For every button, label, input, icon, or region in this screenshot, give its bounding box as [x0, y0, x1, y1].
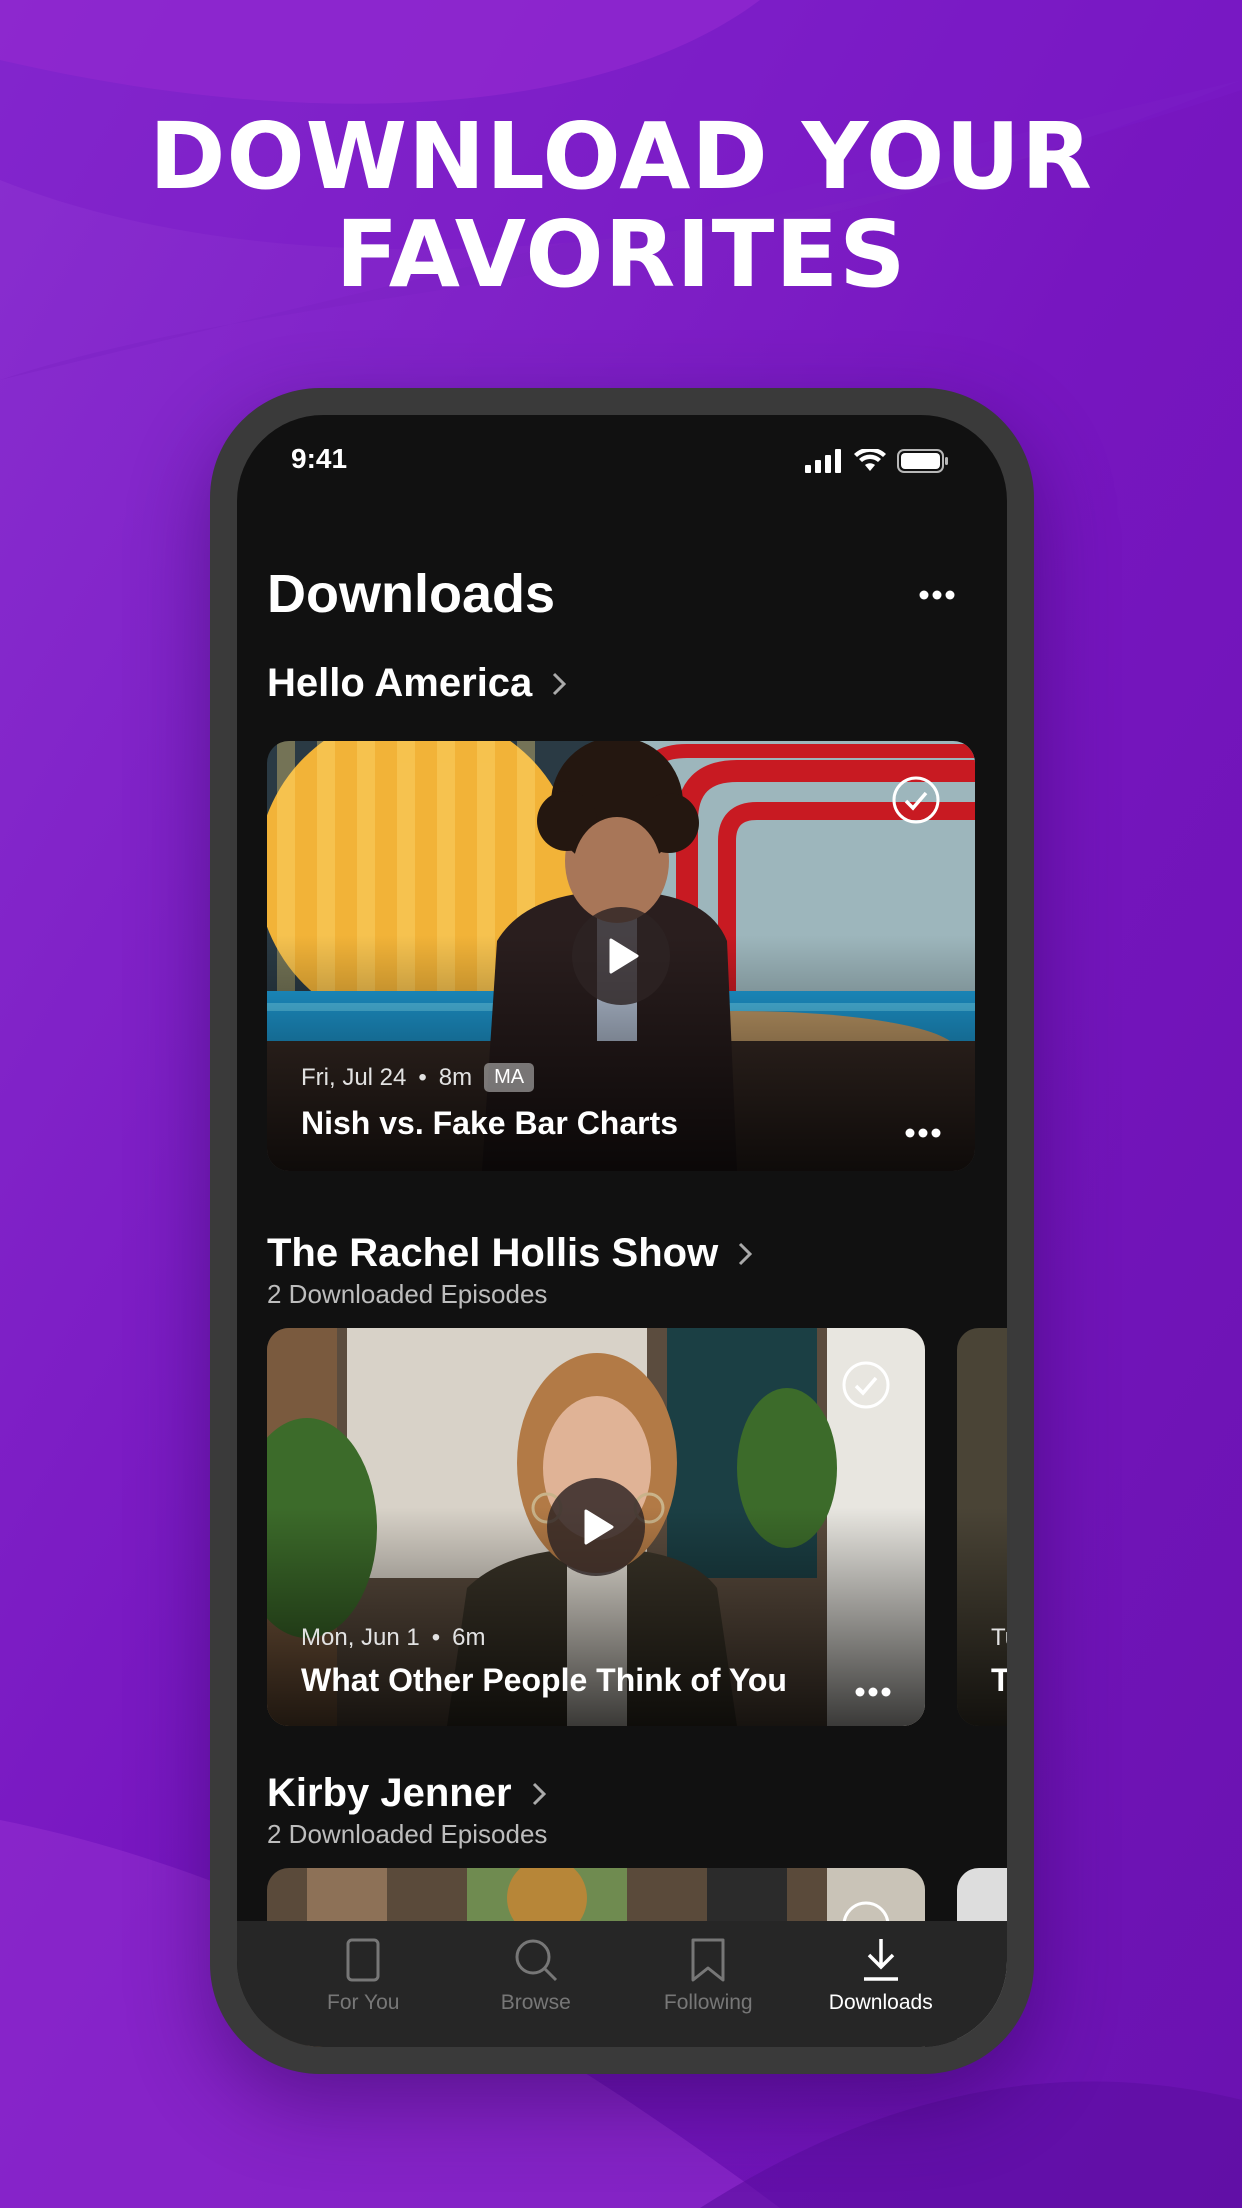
- cellular-signal-icon: [805, 449, 841, 473]
- tab-label: Following: [663, 1991, 753, 2014]
- section-header-rachel-hollis[interactable]: The Rachel Hollis Show: [267, 1231, 753, 1276]
- headline-line-1: DOWNLOAD YOUR: [149, 103, 1093, 210]
- tab-for-you[interactable]: For You: [283, 1921, 443, 2047]
- headline-line-2: FAVORITES: [335, 201, 907, 308]
- chevron-right-icon: [739, 1242, 753, 1265]
- phone-frame: 9:41 Downloads Hello America Fri, Jul 24…: [210, 388, 1034, 2074]
- more-dots-icon: [855, 1687, 891, 1697]
- episode-meta: Mon, Jun 1 • 6m: [301, 1624, 485, 1652]
- section-title: Kirby Jenner: [267, 1771, 512, 1815]
- tab-following[interactable]: Following: [628, 1921, 788, 2047]
- episode-duration: 8m: [438, 1063, 473, 1091]
- episode-more-button[interactable]: [855, 1684, 891, 1702]
- episode-card[interactable]: Mon, Jun 1 • 6m What Other People Think …: [267, 1328, 925, 1726]
- section-subtitle: 2 Downloaded Episodes: [267, 1819, 548, 1849]
- square-icon: [346, 1938, 380, 1982]
- rating-badge: MA: [484, 1063, 535, 1092]
- episode-card-peek[interactable]: Tu T: [957, 1328, 1007, 1726]
- episode-date-partial: Tu: [991, 1624, 1007, 1651]
- episode-title: What Other People Think of You: [301, 1662, 787, 1698]
- battery-icon: [897, 449, 948, 473]
- status-icons: [805, 449, 949, 473]
- section-header-kirby-jenner[interactable]: Kirby Jenner: [267, 1771, 546, 1816]
- meta-separator: •: [418, 1063, 427, 1091]
- tab-downloads[interactable]: Downloads: [801, 1921, 961, 2047]
- play-icon: [609, 938, 639, 974]
- section-header-hello-america[interactable]: Hello America: [267, 661, 567, 706]
- downloaded-check-icon: [842, 1361, 890, 1409]
- episode-duration: 6m: [452, 1624, 486, 1651]
- chevron-right-icon: [553, 672, 567, 695]
- status-bar: 9:41: [237, 415, 1007, 515]
- chevron-right-icon: [532, 1782, 546, 1805]
- headline: DOWNLOAD YOUR FAVORITES: [0, 108, 1242, 304]
- phone-screen: 9:41 Downloads Hello America Fri, Jul 24…: [237, 415, 1007, 2047]
- tab-label: Downloads: [828, 1991, 933, 2014]
- episode-title: Nish vs. Fake Bar Charts: [301, 1105, 679, 1141]
- wifi-icon: [854, 449, 886, 471]
- episode-more-button[interactable]: [905, 1125, 941, 1143]
- episode-date: Mon, Jun 1: [301, 1624, 420, 1651]
- episode-meta: Fri, Jul 24 • 8m MA: [301, 1063, 535, 1092]
- tab-label: Browse: [500, 1991, 571, 2014]
- tab-browse[interactable]: Browse: [456, 1921, 616, 2047]
- tab-label: For You: [327, 1991, 400, 2014]
- bookmark-icon: [691, 1938, 725, 1982]
- status-time: 9:41: [291, 443, 348, 474]
- section-title: Hello America: [267, 661, 533, 705]
- meta-separator: •: [431, 1624, 441, 1651]
- play-button[interactable]: [572, 907, 670, 1005]
- episode-title-partial: T: [991, 1662, 1007, 1698]
- episode-date: Fri, Jul 24: [301, 1063, 407, 1091]
- more-dots-icon: [919, 590, 955, 600]
- play-button[interactable]: [547, 1478, 645, 1576]
- page-title: Downloads: [267, 564, 556, 624]
- tab-bar: For You Browse Following Downloads: [237, 1921, 1007, 2047]
- play-icon: [584, 1509, 614, 1545]
- section-subtitle: 2 Downloaded Episodes: [267, 1279, 548, 1309]
- more-dots-icon: [905, 1128, 941, 1138]
- episode-card[interactable]: Fri, Jul 24 • 8m MA Nish vs. Fake Bar Ch…: [267, 741, 975, 1171]
- downloaded-check-icon: [892, 776, 940, 824]
- more-options-button[interactable]: [919, 587, 955, 605]
- section-title: The Rachel Hollis Show: [267, 1231, 719, 1275]
- search-icon: [515, 1939, 557, 1982]
- download-icon: [863, 1939, 898, 1981]
